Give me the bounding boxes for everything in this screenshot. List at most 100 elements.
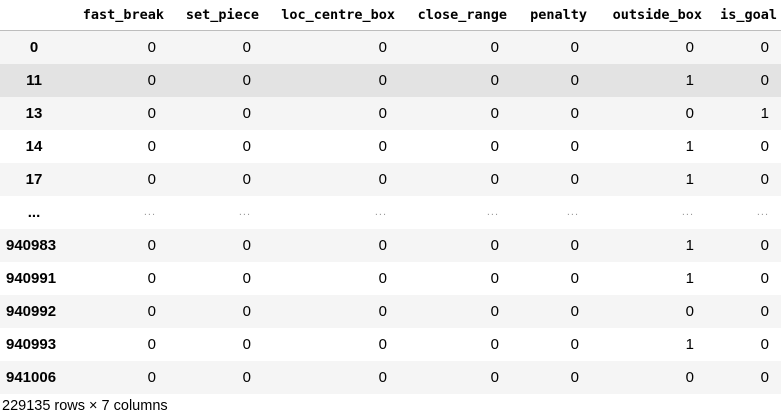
table-cell: 0 <box>760 170 769 188</box>
table-cell: 0 <box>378 302 387 320</box>
column-header: fast_break <box>68 0 168 31</box>
table-cell: 0 <box>147 137 156 155</box>
table-cell: 0 <box>760 236 769 254</box>
table-cell: 0 <box>570 302 579 320</box>
table-cell: 0 <box>490 71 499 89</box>
table-cell: 0 <box>242 236 251 254</box>
table-cell: 0 <box>570 335 579 353</box>
table-cell: 0 <box>570 236 579 254</box>
table-cell: ... <box>566 206 579 218</box>
table-cell: 0 <box>490 236 499 254</box>
table-cell: ... <box>681 206 694 218</box>
table-cell: 0 <box>242 368 251 386</box>
table-cell: 0 <box>685 368 694 386</box>
table-cell: 0 <box>147 236 156 254</box>
table-cell: 0 <box>242 71 251 89</box>
table-cell: 0 <box>147 71 156 89</box>
dataframe-shape-label: 229135 rows × 7 columns <box>2 398 168 414</box>
table-cell: 0 <box>242 302 251 320</box>
table-cell: 0 <box>570 269 579 287</box>
row-index: 0 <box>29 38 39 56</box>
dataframe-output: fast_break set_piece loc_centre_box clos… <box>0 0 784 420</box>
table-cell: 1 <box>685 236 694 254</box>
row-index: 940992 <box>6 302 57 320</box>
row-index: 940983 <box>6 236 57 254</box>
table-cell: 1 <box>685 137 694 155</box>
table-row: 13 0 0 0 0 0 0 1 <box>0 96 781 130</box>
table-cell: 0 <box>685 302 694 320</box>
table-cell: 0 <box>242 104 251 122</box>
table-cell: 0 <box>147 335 156 353</box>
table-body: 0 0 0 0 0 0 0 0 11 0 0 0 0 0 1 0 13 0 0 0 0 0 0 1 14 0 0 0 0 0 1 0 17 0 0 0… <box>0 30 781 394</box>
row-index: 941006 <box>6 368 57 386</box>
dataframe-table: fast_break set_piece loc_centre_box clos… <box>0 0 781 394</box>
table-cell: 1 <box>685 71 694 89</box>
table-row: 0 0 0 0 0 0 0 0 <box>0 30 781 64</box>
row-index: 940993 <box>6 335 57 353</box>
table-cell: 1 <box>685 335 694 353</box>
table-cell: 0 <box>147 38 156 56</box>
table-row: 14 0 0 0 0 0 1 0 <box>0 130 781 163</box>
row-index: 940991 <box>6 269 57 287</box>
table-cell: ... <box>238 206 251 218</box>
table-cell: 0 <box>760 137 769 155</box>
row-index: 13 <box>25 104 43 122</box>
table-row: 940993 0 0 0 0 0 1 0 <box>0 328 781 361</box>
table-cell: 0 <box>490 170 499 188</box>
column-header: set_piece <box>168 0 263 31</box>
table-row: 940992 0 0 0 0 0 0 0 <box>0 294 781 328</box>
table-cell: 0 <box>490 269 499 287</box>
table-cell: 0 <box>378 335 387 353</box>
table-cell: ... <box>374 206 387 218</box>
table-cell: 0 <box>760 38 769 56</box>
table-row: ........................ <box>0 196 781 229</box>
table-cell: 0 <box>378 170 387 188</box>
table-cell: 0 <box>490 302 499 320</box>
table-row: 17 0 0 0 0 0 1 0 <box>0 162 781 196</box>
table-cell: 1 <box>685 170 694 188</box>
table-cell: 0 <box>242 38 251 56</box>
table-cell: 0 <box>147 170 156 188</box>
table-cell: 0 <box>570 368 579 386</box>
table-cell: 1 <box>685 269 694 287</box>
table-cell: 0 <box>242 170 251 188</box>
table-cell: 0 <box>760 269 769 287</box>
row-index: 14 <box>25 137 43 155</box>
table-cell: 0 <box>378 38 387 56</box>
table-cell: 0 <box>378 71 387 89</box>
table-cell: 0 <box>147 302 156 320</box>
table-row: 11 0 0 0 0 0 1 0 <box>0 63 781 97</box>
table-cell: 0 <box>378 236 387 254</box>
table-cell: 0 <box>242 137 251 155</box>
table-cell: 0 <box>760 71 769 89</box>
column-header: loc_centre_box <box>263 0 399 31</box>
table-cell: 1 <box>760 104 769 122</box>
table-cell: ... <box>756 206 769 218</box>
table-cell: 0 <box>570 170 579 188</box>
header-row: fast_break set_piece loc_centre_box clos… <box>0 0 781 31</box>
table-cell: 0 <box>378 104 387 122</box>
table-cell: 0 <box>570 38 579 56</box>
table-cell: 0 <box>242 269 251 287</box>
table-cell: 0 <box>760 368 769 386</box>
table-cell: 0 <box>760 335 769 353</box>
table-cell: 0 <box>378 137 387 155</box>
table-cell: 0 <box>490 335 499 353</box>
table-cell: 0 <box>685 104 694 122</box>
table-cell: 0 <box>490 137 499 155</box>
table-cell: 0 <box>378 368 387 386</box>
table-cell: 0 <box>570 71 579 89</box>
table-cell: 0 <box>147 269 156 287</box>
table-cell: 0 <box>378 269 387 287</box>
table-cell: 0 <box>490 104 499 122</box>
table-cell: 0 <box>490 38 499 56</box>
table-cell: ... <box>143 206 156 218</box>
table-cell: 0 <box>147 368 156 386</box>
column-header: outside_box <box>591 0 706 31</box>
table-cell: 0 <box>570 104 579 122</box>
row-index: 11 <box>26 71 42 89</box>
table-cell: ... <box>486 206 499 218</box>
table-cell: 0 <box>242 335 251 353</box>
table-cell: 0 <box>147 104 156 122</box>
table-cell: 0 <box>760 302 769 320</box>
